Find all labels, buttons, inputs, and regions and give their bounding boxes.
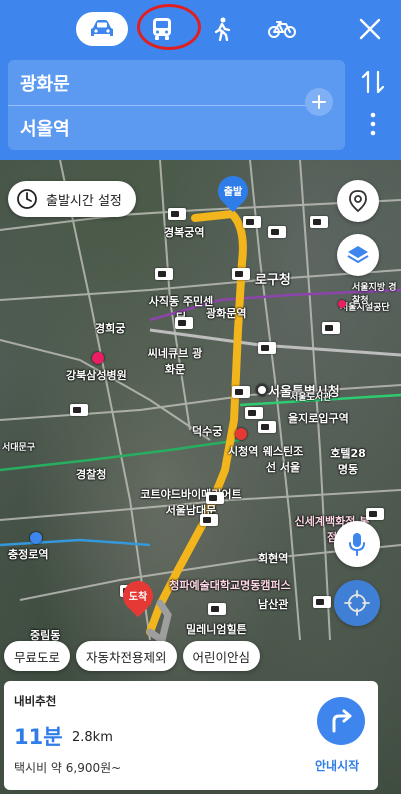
map-label: 시청역: [228, 445, 259, 458]
traffic-camera-icon: [168, 208, 186, 220]
more-icon[interactable]: [367, 110, 379, 138]
turn-arrow-icon: [332, 709, 352, 733]
mode-tab-bike[interactable]: [256, 12, 308, 46]
traffic-camera-icon: [258, 421, 276, 433]
traffic-camera-icon: [232, 268, 250, 280]
map-label: 씨네큐브 광화문: [147, 347, 203, 376]
route-summary-card[interactable]: 내비추천 11분 2.8km 택시비 약 6,900원~ 안내시작: [4, 681, 378, 790]
depart-time-button[interactable]: 출발시간 설정: [8, 181, 136, 217]
traffic-camera-icon: [313, 596, 331, 608]
traffic-camera-icon: [258, 342, 276, 354]
hospital-poi-icon: [92, 352, 104, 364]
map-label: 강북삼성병원: [66, 369, 127, 382]
map-label: 경찰청: [76, 468, 107, 481]
close-icon[interactable]: [357, 16, 383, 42]
route-header: 광화문 서울역: [0, 0, 401, 160]
map-label: 남산관: [258, 598, 289, 611]
map-label: 코트야드바이메리어트 서울남대문: [140, 488, 242, 517]
car-icon: [91, 20, 113, 36]
map-label: 충정로역: [8, 548, 49, 561]
map-label: 밀레니엄힐튼: [186, 623, 247, 636]
map-label: 경복궁역: [164, 226, 205, 239]
route-divider: [8, 105, 308, 106]
taxi-fare: 택시비 약 6,900원~: [14, 761, 122, 775]
clock-icon: [17, 189, 37, 209]
traffic-camera-icon: [206, 492, 224, 504]
map-label: 서울지방 경찰청: [352, 283, 397, 306]
pin-icon: [349, 190, 367, 213]
bike-icon: [268, 21, 296, 38]
traffic-camera-icon: [268, 226, 286, 238]
location-pin-button[interactable]: [337, 180, 379, 222]
add-waypoint-button[interactable]: [305, 88, 333, 116]
end-marker[interactable]: 도착: [116, 574, 160, 618]
map-label: 을지로입구역: [288, 412, 349, 425]
swap-icon[interactable]: [359, 68, 387, 96]
map-label: 서대문구: [2, 443, 36, 453]
traffic-camera-icon: [366, 508, 384, 520]
map-label: 경희궁: [95, 322, 126, 335]
filter-chip-no-expressway[interactable]: 자동차전용제외: [76, 641, 177, 671]
microphone-icon: [349, 533, 365, 556]
walk-icon: [214, 17, 231, 41]
destination-field[interactable]: 서울역: [20, 115, 70, 141]
current-location-button[interactable]: [334, 580, 380, 626]
traffic-camera-icon: [70, 404, 88, 416]
map-label: 덕수궁: [192, 425, 223, 438]
map-label: 광화문역: [206, 307, 247, 320]
station-poi-icon: [235, 428, 247, 440]
crosshair-icon: [344, 590, 370, 616]
start-navigation-button[interactable]: [317, 697, 365, 745]
filter-chip-free-road[interactable]: 무료도로: [4, 641, 71, 671]
city-hall-poi-icon: [256, 384, 268, 396]
station-poi-icon: [30, 532, 42, 544]
traffic-camera-icon: [232, 386, 250, 398]
start-navigation-label[interactable]: 안내시작: [315, 757, 359, 774]
traffic-camera-icon: [200, 514, 218, 526]
traffic-camera-icon: [208, 603, 226, 615]
mode-tab-walk[interactable]: [196, 12, 248, 46]
map-label: 호텔28 명동: [330, 447, 366, 476]
traffic-camera-icon: [310, 216, 328, 228]
traffic-camera-icon: [243, 216, 261, 228]
filter-chip-child-safe[interactable]: 어린이안심: [182, 641, 261, 671]
route-distance: 2.8km: [72, 730, 113, 745]
voice-search-button[interactable]: [334, 521, 380, 567]
origin-field[interactable]: 광화문: [20, 70, 70, 96]
traffic-camera-icon: [245, 407, 263, 419]
route-input-box: 광화문 서울역: [8, 60, 345, 150]
traffic-camera-icon: [322, 322, 340, 334]
map-label: 청파예술대학교명동캠퍼스: [169, 579, 291, 592]
map-label: 로구청: [255, 273, 291, 288]
poi-icon: [338, 300, 346, 308]
traffic-camera-icon: [175, 317, 193, 329]
start-marker[interactable]: 출발: [211, 169, 255, 213]
depart-time-label: 출발시간 설정: [46, 193, 122, 209]
bus-icon: [153, 18, 171, 40]
map-layers-button[interactable]: [337, 234, 379, 276]
map-label: 서울도서관: [290, 393, 332, 403]
traffic-camera-icon: [155, 268, 173, 280]
route-filter-chips: 무료도로 자동차전용제외 어린이안심: [4, 641, 261, 671]
layers-icon: [347, 246, 369, 263]
plus-icon: [312, 95, 326, 109]
mode-tab-car[interactable]: [76, 12, 128, 46]
mode-tab-transit[interactable]: [136, 12, 188, 46]
map-label: 웨스틴조선 서울: [262, 445, 304, 474]
route-duration: 11분: [14, 725, 63, 749]
map-label: 회현역: [258, 552, 289, 565]
recommendation-label: 내비추천: [14, 694, 57, 708]
